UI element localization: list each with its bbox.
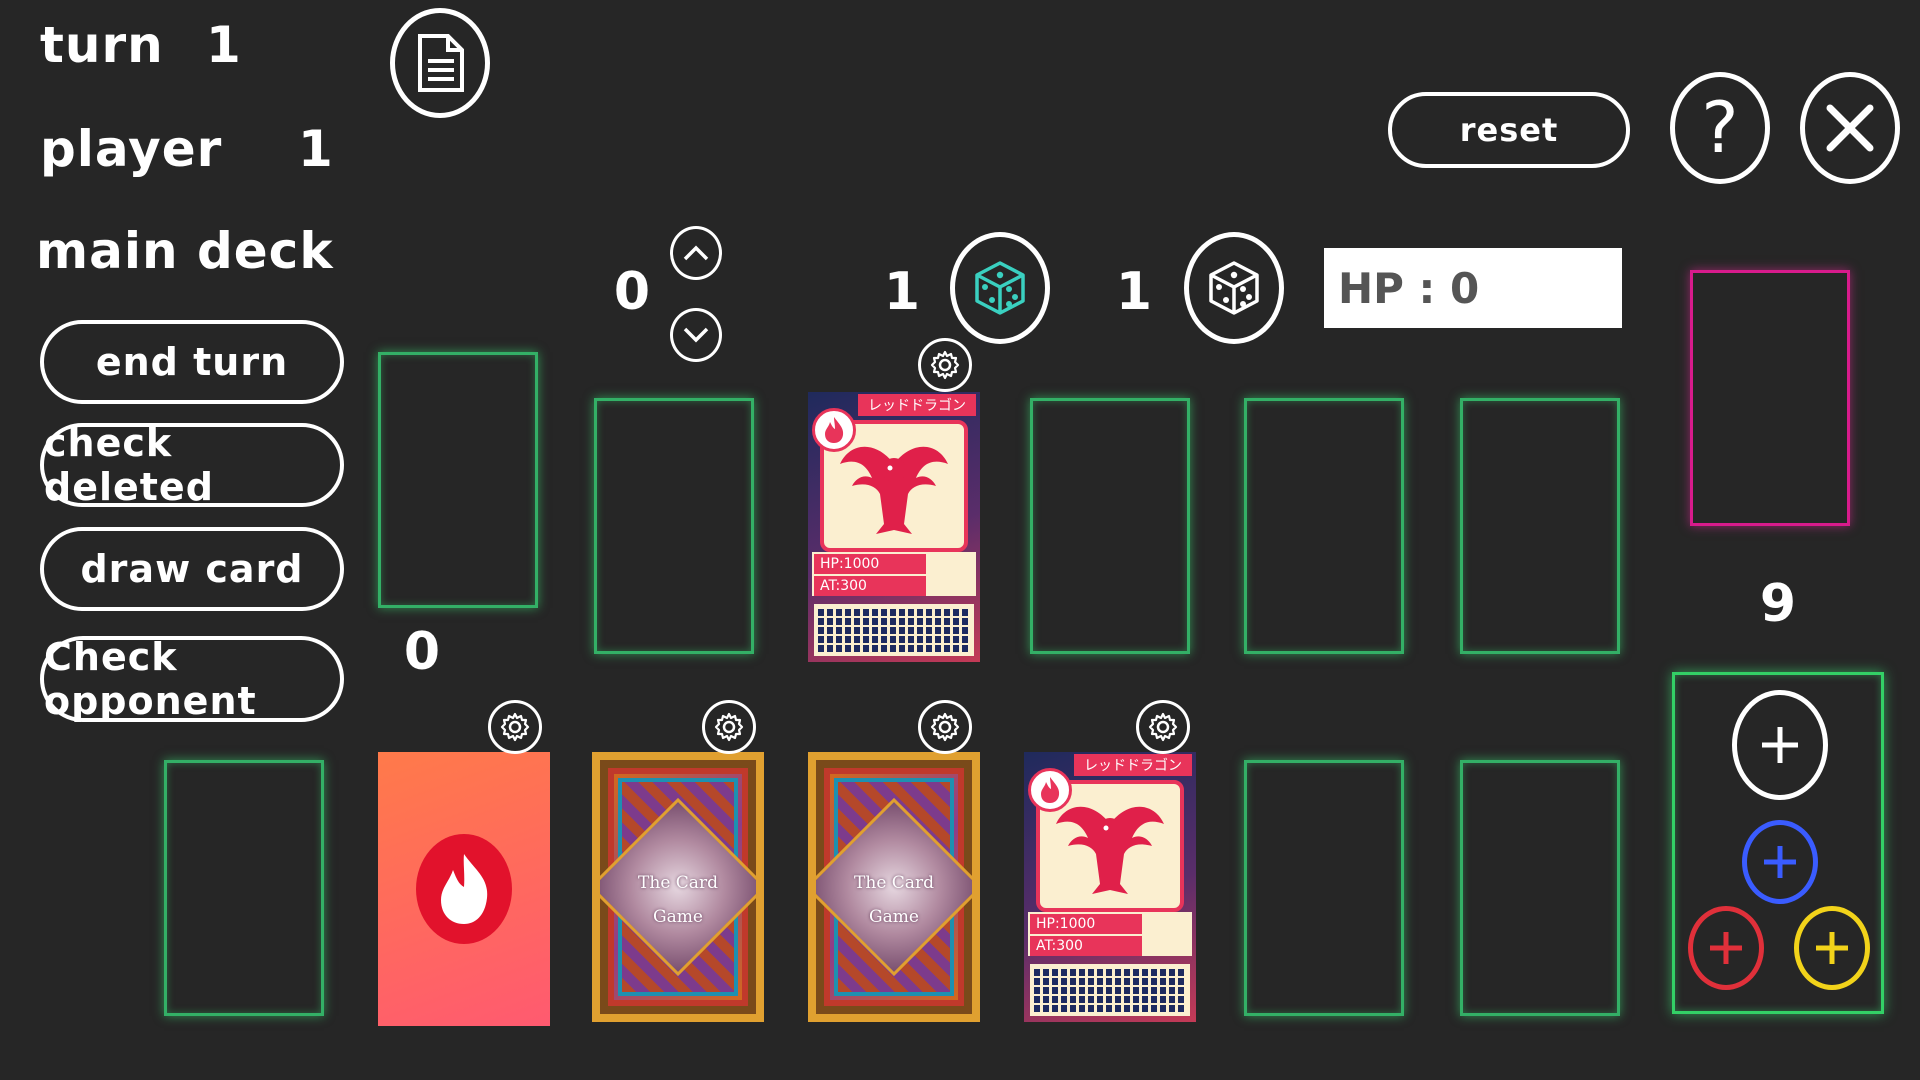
card-back-title-1: The Card	[854, 873, 934, 893]
gear-icon	[1148, 712, 1178, 742]
gear-icon	[714, 712, 744, 742]
gear-icon	[930, 350, 960, 380]
deck-slot[interactable]	[378, 352, 538, 608]
field-slot-top-3[interactable]	[1030, 398, 1190, 654]
end-turn-button[interactable]: end turn	[40, 320, 344, 404]
question-icon: ?	[1701, 87, 1739, 169]
add-blue-token-button[interactable]	[1742, 820, 1818, 904]
add-yellow-token-button[interactable]	[1794, 906, 1870, 990]
main-deck-label: main deck	[36, 222, 334, 280]
close-icon	[1826, 104, 1874, 152]
deck-count: 9	[1759, 574, 1797, 634]
card-settings-button[interactable]	[1136, 700, 1190, 754]
card-back-1[interactable]: The Card Game	[592, 752, 764, 1022]
help-button[interactable]: ?	[1670, 72, 1770, 184]
card-red-dragon-bottom[interactable]: レッドドラゴン HP:1000 AT:300	[1024, 752, 1196, 1022]
card-back-title-2: Game	[653, 907, 703, 927]
plus-icon	[1816, 932, 1848, 964]
deck-slot-count: 0	[403, 622, 441, 682]
upper-counter: 0	[613, 262, 651, 322]
player-value: 1	[298, 120, 334, 178]
counter-up-button[interactable]	[670, 226, 722, 280]
dragon-icon	[1056, 806, 1164, 894]
plus-icon	[1764, 846, 1796, 878]
die2-value: 1	[1115, 262, 1153, 322]
hand-slot-empty-left[interactable]	[164, 760, 324, 1016]
field-slot-top-5[interactable]	[1460, 398, 1620, 654]
card-name: レッドドラゴン	[1074, 754, 1192, 776]
chevron-down-icon	[683, 327, 709, 343]
card-back-title-1: The Card	[638, 873, 718, 893]
reset-button[interactable]: reset	[1388, 92, 1630, 168]
dragon-icon	[840, 446, 948, 534]
card-settings-button[interactable]	[702, 700, 756, 754]
hp-display: HP : 0	[1324, 248, 1622, 328]
discard-slot[interactable]	[1690, 270, 1850, 526]
turn-value: 1	[206, 16, 242, 74]
gear-icon	[930, 712, 960, 742]
plus-icon	[1710, 932, 1742, 964]
card-settings-button[interactable]	[488, 700, 542, 754]
counter-down-button[interactable]	[670, 308, 722, 362]
draw-card-button[interactable]: draw card	[40, 527, 344, 611]
player-label: player	[40, 120, 223, 178]
hand-slot-empty-7[interactable]	[1460, 760, 1620, 1016]
card-at: AT:300	[814, 576, 926, 596]
add-red-token-button[interactable]	[1688, 906, 1764, 990]
card-hp: HP:1000	[814, 554, 926, 574]
card-at: AT:300	[1030, 936, 1142, 956]
plus-icon	[1762, 727, 1798, 763]
card-fire-energy[interactable]	[378, 752, 550, 1026]
document-icon	[418, 34, 464, 92]
dice-icon	[1209, 261, 1259, 315]
hand-slot-empty-6[interactable]	[1244, 760, 1404, 1016]
card-settings-button[interactable]	[918, 700, 972, 754]
die1-value: 1	[883, 262, 921, 322]
add-white-token-button[interactable]	[1732, 690, 1828, 800]
chevron-up-icon	[683, 245, 709, 261]
close-button[interactable]	[1800, 72, 1900, 184]
card-back-2[interactable]: The Card Game	[808, 752, 980, 1022]
check-deleted-button[interactable]: check deleted	[40, 421, 344, 509]
card-barcode	[1030, 964, 1190, 1016]
card-back-title-2: Game	[869, 907, 919, 927]
fire-element-icon	[1028, 768, 1072, 812]
field-slot-top-1[interactable]	[594, 398, 754, 654]
turn-label: turn	[40, 16, 164, 74]
fire-icon	[416, 834, 512, 944]
card-red-dragon-top[interactable]: レッドドラゴン HP:1000 AT:300	[808, 392, 980, 662]
document-button[interactable]	[390, 8, 490, 118]
card-hp: HP:1000	[1030, 914, 1142, 934]
fire-element-icon	[812, 408, 856, 452]
roll-die-button-1[interactable]	[950, 232, 1050, 344]
roll-die-button-2[interactable]	[1184, 232, 1284, 344]
card-name: レッドドラゴン	[858, 394, 976, 416]
field-slot-top-4[interactable]	[1244, 398, 1404, 654]
check-opponent-button[interactable]: Check opponent	[40, 635, 344, 723]
gear-icon	[500, 712, 530, 742]
card-settings-button[interactable]	[918, 338, 972, 392]
card-barcode	[814, 604, 974, 656]
dice-icon	[975, 261, 1025, 315]
